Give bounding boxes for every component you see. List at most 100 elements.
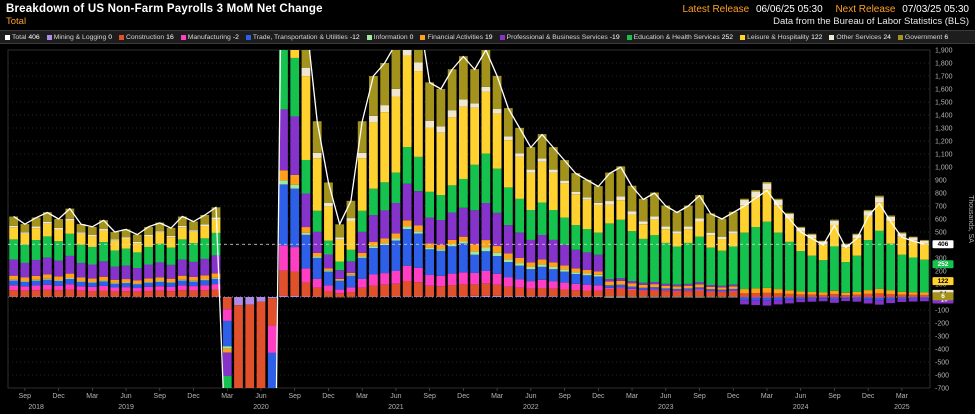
svg-text:Mar: Mar (86, 393, 99, 400)
svg-text:1,100: 1,100 (935, 151, 953, 158)
svg-text:-500: -500 (935, 359, 949, 366)
legend-item-leisure-hospitality[interactable]: Leisure & Hospitality122 (740, 34, 822, 41)
svg-text:2023: 2023 (658, 404, 674, 411)
legend-value: -19 (610, 34, 620, 41)
page-title: Breakdown of US Non-Farm Payrolls 3 MoM … (6, 3, 323, 15)
data-source-label: Data from the Bureau of Labor Statistics… (773, 16, 969, 27)
svg-text:Sep: Sep (558, 393, 571, 400)
legend-swatch-professional-business-services (500, 35, 505, 40)
legend-value: 0 (108, 34, 112, 41)
svg-text:2025: 2025 (894, 404, 910, 411)
legend-label: Manufacturing (188, 34, 231, 41)
legend-item-financial-activities[interactable]: Financial Activities19 (420, 34, 492, 41)
svg-text:1,900: 1,900 (935, 47, 953, 54)
legend-value: 6 (944, 34, 948, 41)
legend-label: Information (374, 34, 408, 41)
svg-text:Mar: Mar (221, 393, 234, 400)
legend-value: 406 (28, 34, 39, 41)
svg-text:Mar: Mar (491, 393, 504, 400)
svg-text:Sep: Sep (19, 393, 32, 400)
header-row-2: Total Data from the Bureau of Labor Stat… (0, 15, 975, 29)
svg-text:600: 600 (935, 216, 947, 223)
latest-release-value: 06/06/25 05:30 (756, 4, 823, 15)
legend-bar: Total406 Mining & Logging0 Construction16 M… (0, 30, 975, 44)
next-release-value: 07/03/25 05:30 (902, 4, 969, 15)
latest-release-label: Latest Release (682, 4, 749, 15)
legend-value: 122 (811, 34, 822, 41)
svg-text:800: 800 (935, 190, 947, 197)
svg-text:Dec: Dec (457, 393, 470, 400)
legend-swatch-government (898, 35, 903, 40)
svg-text:Sep: Sep (828, 393, 841, 400)
legend-item-professional-business-services[interactable]: Professional & Business Services-19 (500, 34, 620, 41)
legend-item-trade-transportation-utilities[interactable]: Trade, Transportation & Utilities-12 (246, 34, 360, 41)
svg-text:2019: 2019 (118, 404, 134, 411)
legend-label: Financial Activities (427, 34, 483, 41)
svg-text:406: 406 (938, 241, 949, 248)
svg-text:Mar: Mar (896, 393, 909, 400)
legend-swatch-manufacturing (181, 35, 186, 40)
legend-label: Other Services (836, 34, 881, 41)
svg-text:1,300: 1,300 (935, 125, 953, 132)
series-subtitle: Total (6, 16, 26, 27)
svg-text:Sep: Sep (693, 393, 706, 400)
legend-value: 19 (485, 34, 493, 41)
legend-swatch-financial-activities (420, 35, 425, 40)
legend-item-other-services[interactable]: Other Services24 (829, 34, 891, 41)
svg-text:-300: -300 (935, 333, 949, 340)
y-axis-title: Thousands, SA (967, 195, 974, 243)
legend-value: 252 (722, 34, 733, 41)
legend-swatch-education-health-services (627, 35, 632, 40)
stacked-bars (9, 44, 929, 414)
legend-swatch-total (5, 35, 10, 40)
legend-label: Trade, Transportation & Utilities (253, 34, 348, 41)
svg-text:1,200: 1,200 (935, 138, 953, 145)
svg-text:-400: -400 (935, 346, 949, 353)
svg-text:1,000: 1,000 (935, 164, 953, 171)
legend-label: Professional & Business Services (507, 34, 608, 41)
svg-text:-600: -600 (935, 372, 949, 379)
svg-text:Dec: Dec (52, 393, 65, 400)
payrolls-stacked-bar-chart[interactable]: -700-600-500-400-300-200-100010020030040… (0, 44, 975, 414)
svg-text:122: 122 (938, 278, 949, 285)
legend-item-total[interactable]: Total406 (5, 34, 40, 41)
svg-text:500: 500 (935, 229, 947, 236)
svg-text:6: 6 (941, 293, 945, 300)
legend-item-construction[interactable]: Construction16 (119, 34, 174, 41)
legend-label: Government (905, 34, 942, 41)
legend-label: Mining & Logging (54, 34, 107, 41)
legend-item-information[interactable]: Information0 (367, 34, 414, 41)
legend-item-government[interactable]: Government6 (898, 34, 948, 41)
svg-text:2022: 2022 (523, 404, 539, 411)
release-info: Latest Release 06/06/25 05:30 Next Relea… (672, 4, 969, 15)
svg-text:Mar: Mar (626, 393, 639, 400)
svg-text:1,700: 1,700 (935, 73, 953, 80)
svg-text:2018: 2018 (28, 404, 44, 411)
svg-text:2024: 2024 (793, 404, 809, 411)
legend-swatch-trade-transportation-utilities (246, 35, 251, 40)
header-row-1: Breakdown of US Non-Farm Payrolls 3 MoM … (0, 0, 975, 15)
svg-text:Mar: Mar (356, 393, 369, 400)
legend-item-mining-logging[interactable]: Mining & Logging0 (47, 34, 112, 41)
legend-value: 16 (166, 34, 174, 41)
legend-swatch-construction (119, 35, 124, 40)
svg-text:Sep: Sep (288, 393, 301, 400)
legend-swatch-leisure-hospitality (740, 35, 745, 40)
y-axis-labels: -700-600-500-400-300-200-100010020030040… (935, 47, 953, 392)
svg-text:252: 252 (938, 261, 949, 268)
legend-item-manufacturing[interactable]: Manufacturing-2 (181, 34, 239, 41)
svg-text:Jun: Jun (390, 393, 401, 400)
svg-text:Dec: Dec (862, 393, 875, 400)
legend-label: Education & Health Services (634, 34, 720, 41)
svg-text:Dec: Dec (592, 393, 605, 400)
legend-label: Leisure & Hospitality (747, 34, 809, 41)
svg-text:2020: 2020 (253, 404, 269, 411)
svg-text:Dec: Dec (727, 393, 740, 400)
svg-text:-200: -200 (935, 320, 949, 327)
legend-item-education-health-services[interactable]: Education & Health Services252 (627, 34, 733, 41)
svg-text:-700: -700 (935, 385, 949, 392)
svg-text:Mar: Mar (761, 393, 774, 400)
terminal-chart-window: Breakdown of US Non-Farm Payrolls 3 MoM … (0, 0, 975, 414)
x-axis-labels: SepDecMarJunSepDecMarJunSepDecMarJunSepD… (19, 388, 910, 411)
svg-text:2021: 2021 (388, 404, 404, 411)
